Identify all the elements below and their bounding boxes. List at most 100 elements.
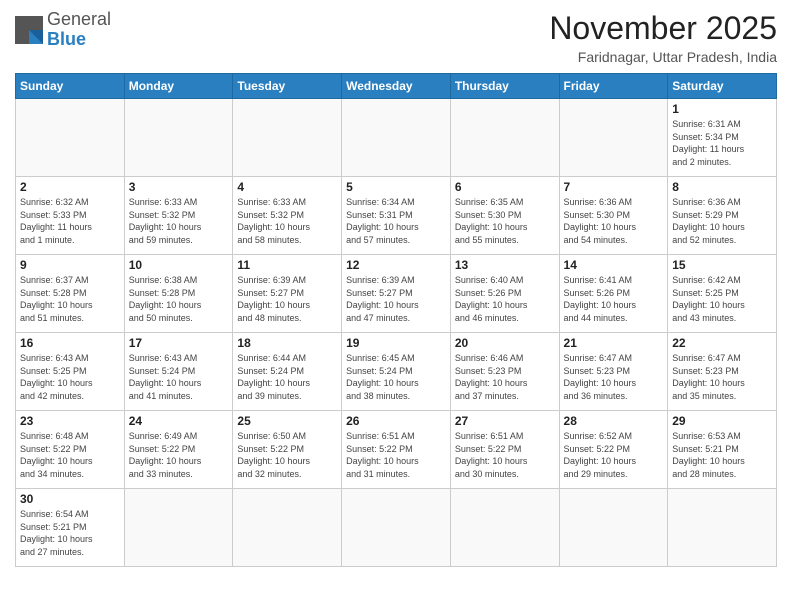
calendar-cell: 16 Sunrise: 6:43 AM Sunset: 5:25 PM Dayli… <box>16 333 125 411</box>
day-number: 10 <box>129 258 229 272</box>
day-number: 30 <box>20 492 120 506</box>
day-number: 17 <box>129 336 229 350</box>
day-number: 11 <box>237 258 337 272</box>
calendar-cell <box>668 489 777 567</box>
day-info: Sunrise: 6:33 AM Sunset: 5:32 PM Dayligh… <box>237 196 337 246</box>
header: General Blue November 2025 Faridnagar, U… <box>15 10 777 65</box>
day-info: Sunrise: 6:50 AM Sunset: 5:22 PM Dayligh… <box>237 430 337 480</box>
calendar-cell <box>124 99 233 177</box>
month-year-title: November 2025 <box>549 10 777 47</box>
header-friday: Friday <box>559 74 668 99</box>
calendar-cell <box>233 489 342 567</box>
logo-blue-text: Blue <box>47 29 86 49</box>
day-info: Sunrise: 6:39 AM Sunset: 5:27 PM Dayligh… <box>237 274 337 324</box>
calendar-cell: 26Sunrise: 6:51 AM Sunset: 5:22 PM Dayli… <box>342 411 451 489</box>
calendar-cell: 12Sunrise: 6:39 AM Sunset: 5:27 PM Dayli… <box>342 255 451 333</box>
calendar-cell: 13Sunrise: 6:40 AM Sunset: 5:26 PM Dayli… <box>450 255 559 333</box>
day-info: Sunrise: 6:37 AM Sunset: 5:28 PM Dayligh… <box>20 274 120 324</box>
day-number: 2 <box>20 180 120 194</box>
day-info: Sunrise: 6:43 AM Sunset: 5:24 PM Dayligh… <box>129 352 229 402</box>
calendar-cell: 7 Sunrise: 6:36 AM Sunset: 5:30 PM Daylig… <box>559 177 668 255</box>
logo-icon <box>15 16 43 44</box>
calendar-cell: 3 Sunrise: 6:33 AM Sunset: 5:32 PM Daylig… <box>124 177 233 255</box>
calendar-cell: 25 Sunrise: 6:50 AM Sunset: 5:22 PM Dayli… <box>233 411 342 489</box>
day-info: Sunrise: 6:32 AM Sunset: 5:33 PM Dayligh… <box>20 196 120 246</box>
day-info: Sunrise: 6:46 AM Sunset: 5:23 PM Dayligh… <box>455 352 555 402</box>
day-number: 26 <box>346 414 446 428</box>
calendar-cell <box>559 489 668 567</box>
calendar-cell: 10Sunrise: 6:38 AM Sunset: 5:28 PM Dayli… <box>124 255 233 333</box>
day-info: Sunrise: 6:49 AM Sunset: 5:22 PM Dayligh… <box>129 430 229 480</box>
day-number: 8 <box>672 180 772 194</box>
day-info: Sunrise: 6:45 AM Sunset: 5:24 PM Dayligh… <box>346 352 446 402</box>
logo: General Blue <box>15 10 111 50</box>
location-subtitle: Faridnagar, Uttar Pradesh, India <box>549 49 777 65</box>
day-info: Sunrise: 6:40 AM Sunset: 5:26 PM Dayligh… <box>455 274 555 324</box>
day-info: Sunrise: 6:42 AM Sunset: 5:25 PM Dayligh… <box>672 274 772 324</box>
day-number: 7 <box>564 180 664 194</box>
day-number: 20 <box>455 336 555 350</box>
day-info: Sunrise: 6:47 AM Sunset: 5:23 PM Dayligh… <box>672 352 772 402</box>
day-info: Sunrise: 6:39 AM Sunset: 5:27 PM Dayligh… <box>346 274 446 324</box>
weekday-header-row: Sunday Monday Tuesday Wednesday Thursday… <box>16 74 777 99</box>
header-monday: Monday <box>124 74 233 99</box>
calendar-cell: 5Sunrise: 6:34 AM Sunset: 5:31 PM Daylig… <box>342 177 451 255</box>
calendar-cell: 19 Sunrise: 6:45 AM Sunset: 5:24 PM Dayli… <box>342 333 451 411</box>
header-tuesday: Tuesday <box>233 74 342 99</box>
day-number: 3 <box>129 180 229 194</box>
calendar-cell: 30Sunrise: 6:54 AM Sunset: 5:21 PM Dayli… <box>16 489 125 567</box>
calendar-table: Sunday Monday Tuesday Wednesday Thursday… <box>15 73 777 567</box>
calendar-cell <box>124 489 233 567</box>
calendar-cell: 20 Sunrise: 6:46 AM Sunset: 5:23 PM Dayli… <box>450 333 559 411</box>
calendar-cell: 6 Sunrise: 6:35 AM Sunset: 5:30 PM Daylig… <box>450 177 559 255</box>
calendar-cell: 27Sunrise: 6:51 AM Sunset: 5:22 PM Dayli… <box>450 411 559 489</box>
calendar-cell: 21Sunrise: 6:47 AM Sunset: 5:23 PM Dayli… <box>559 333 668 411</box>
calendar-cell: 24 Sunrise: 6:49 AM Sunset: 5:22 PM Dayli… <box>124 411 233 489</box>
day-info: Sunrise: 6:51 AM Sunset: 5:22 PM Dayligh… <box>455 430 555 480</box>
logo-general-text: General <box>47 9 111 29</box>
day-number: 19 <box>346 336 446 350</box>
calendar-cell: 4Sunrise: 6:33 AM Sunset: 5:32 PM Daylig… <box>233 177 342 255</box>
day-info: Sunrise: 6:35 AM Sunset: 5:30 PM Dayligh… <box>455 196 555 246</box>
calendar-week-row: 16 Sunrise: 6:43 AM Sunset: 5:25 PM Dayli… <box>16 333 777 411</box>
day-number: 9 <box>20 258 120 272</box>
day-info: Sunrise: 6:47 AM Sunset: 5:23 PM Dayligh… <box>564 352 664 402</box>
calendar-cell: 17 Sunrise: 6:43 AM Sunset: 5:24 PM Dayli… <box>124 333 233 411</box>
title-block: November 2025 Faridnagar, Uttar Pradesh,… <box>549 10 777 65</box>
day-number: 28 <box>564 414 664 428</box>
day-info: Sunrise: 6:33 AM Sunset: 5:32 PM Dayligh… <box>129 196 229 246</box>
calendar-cell <box>342 99 451 177</box>
calendar-cell <box>342 489 451 567</box>
calendar-cell: 28Sunrise: 6:52 AM Sunset: 5:22 PM Dayli… <box>559 411 668 489</box>
header-wednesday: Wednesday <box>342 74 451 99</box>
calendar-week-row: 9 Sunrise: 6:37 AM Sunset: 5:28 PM Daylig… <box>16 255 777 333</box>
day-number: 24 <box>129 414 229 428</box>
calendar-cell <box>559 99 668 177</box>
day-info: Sunrise: 6:31 AM Sunset: 5:34 PM Dayligh… <box>672 118 772 168</box>
calendar-week-row: 30Sunrise: 6:54 AM Sunset: 5:21 PM Dayli… <box>16 489 777 567</box>
day-number: 5 <box>346 180 446 194</box>
calendar-cell: 22 Sunrise: 6:47 AM Sunset: 5:23 PM Dayli… <box>668 333 777 411</box>
day-info: Sunrise: 6:36 AM Sunset: 5:29 PM Dayligh… <box>672 196 772 246</box>
calendar-cell: 8 Sunrise: 6:36 AM Sunset: 5:29 PM Daylig… <box>668 177 777 255</box>
calendar-week-row: 1 Sunrise: 6:31 AM Sunset: 5:34 PM Daylig… <box>16 99 777 177</box>
day-number: 22 <box>672 336 772 350</box>
day-number: 29 <box>672 414 772 428</box>
header-sunday: Sunday <box>16 74 125 99</box>
day-number: 18 <box>237 336 337 350</box>
day-number: 25 <box>237 414 337 428</box>
page: General Blue November 2025 Faridnagar, U… <box>0 0 792 612</box>
day-info: Sunrise: 6:41 AM Sunset: 5:26 PM Dayligh… <box>564 274 664 324</box>
calendar-cell: 11 Sunrise: 6:39 AM Sunset: 5:27 PM Dayli… <box>233 255 342 333</box>
calendar-body: 1 Sunrise: 6:31 AM Sunset: 5:34 PM Daylig… <box>16 99 777 567</box>
day-number: 16 <box>20 336 120 350</box>
calendar-cell: 9 Sunrise: 6:37 AM Sunset: 5:28 PM Daylig… <box>16 255 125 333</box>
day-info: Sunrise: 6:43 AM Sunset: 5:25 PM Dayligh… <box>20 352 120 402</box>
day-info: Sunrise: 6:53 AM Sunset: 5:21 PM Dayligh… <box>672 430 772 480</box>
calendar-cell: 2 Sunrise: 6:32 AM Sunset: 5:33 PM Daylig… <box>16 177 125 255</box>
day-number: 6 <box>455 180 555 194</box>
day-info: Sunrise: 6:36 AM Sunset: 5:30 PM Dayligh… <box>564 196 664 246</box>
day-number: 1 <box>672 102 772 116</box>
calendar-cell: 15Sunrise: 6:42 AM Sunset: 5:25 PM Dayli… <box>668 255 777 333</box>
header-saturday: Saturday <box>668 74 777 99</box>
